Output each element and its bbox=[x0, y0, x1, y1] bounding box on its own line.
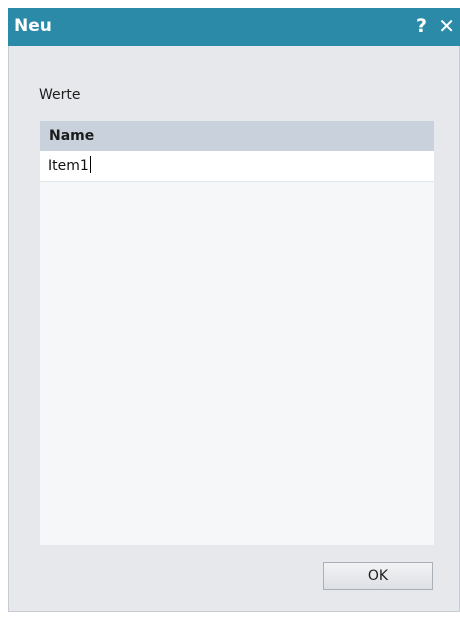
dialog-title: Neu bbox=[14, 16, 52, 36]
column-header-name[interactable]: Name bbox=[40, 121, 434, 151]
help-icon[interactable]: ? bbox=[416, 15, 427, 37]
text-caret bbox=[89, 156, 91, 173]
title-bar[interactable]: Neu ? ✕ bbox=[8, 8, 460, 46]
ok-button[interactable]: OK bbox=[323, 562, 433, 590]
dialog-window: Neu ? ✕ Werte Name Item1 OK bbox=[8, 8, 460, 612]
values-list[interactable]: Name Item1 bbox=[40, 121, 434, 545]
close-icon[interactable]: ✕ bbox=[438, 15, 455, 37]
list-item[interactable]: Item1 bbox=[40, 151, 434, 182]
item-name-input[interactable]: Item1 bbox=[48, 158, 89, 174]
values-group-label: Werte bbox=[39, 87, 81, 103]
